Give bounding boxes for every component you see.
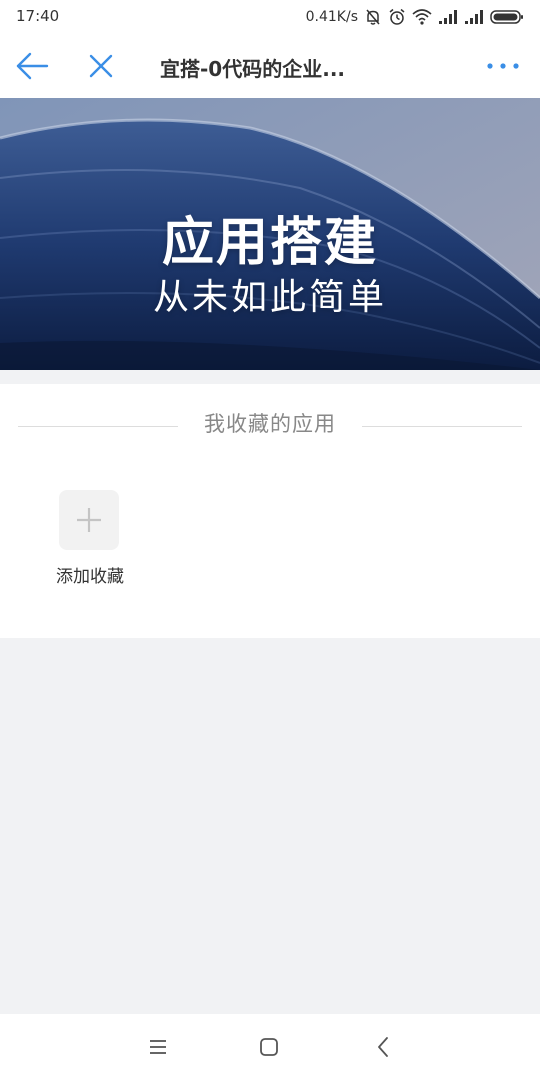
divider-right: [362, 426, 522, 427]
back-icon[interactable]: [370, 1034, 396, 1060]
hero-banner: 应用搭建 从未如此简单: [0, 98, 540, 370]
divider-left: [18, 426, 178, 427]
plus-icon: [77, 508, 101, 532]
add-icon-box[interactable]: [59, 490, 119, 550]
signal-icon-2: [465, 10, 483, 24]
add-favorite-button[interactable]: 添加收藏: [40, 490, 140, 587]
mute-bell-icon: [366, 9, 380, 25]
close-icon[interactable]: [86, 51, 116, 81]
wifi-icon: [412, 9, 432, 25]
status-bar: 17:40 0.41K/s: [0, 0, 540, 34]
alarm-icon: [389, 8, 405, 25]
page-title: 宜搭-0代码的企业...: [160, 57, 346, 81]
more-icon[interactable]: [486, 56, 520, 76]
banner-subtitle: 从未如此简单: [152, 277, 387, 318]
status-time: 17:40: [16, 7, 60, 25]
app-page: 17:40 0.41K/s 宜搭-0代码的企业... 应用搭建 从未如此简单 我…: [0, 0, 540, 1080]
back-arrow-icon[interactable]: [14, 51, 50, 81]
add-favorite-label: 添加收藏: [56, 567, 124, 587]
nav-bar: 宜搭-0代码的企业...: [0, 34, 540, 98]
menu-icon[interactable]: [145, 1034, 171, 1060]
favorites-section: 我收藏的应用 添加收藏: [0, 384, 540, 638]
signal-icon: [439, 10, 457, 24]
banner-title: 应用搭建: [161, 213, 378, 273]
battery-icon: [490, 10, 523, 24]
section-title: 我收藏的应用: [204, 412, 336, 436]
network-speed: 0.41K/s: [305, 9, 358, 25]
system-nav-bar: [0, 1014, 540, 1080]
home-icon[interactable]: [256, 1034, 282, 1060]
status-indicators: 0.41K/s: [306, 6, 524, 28]
